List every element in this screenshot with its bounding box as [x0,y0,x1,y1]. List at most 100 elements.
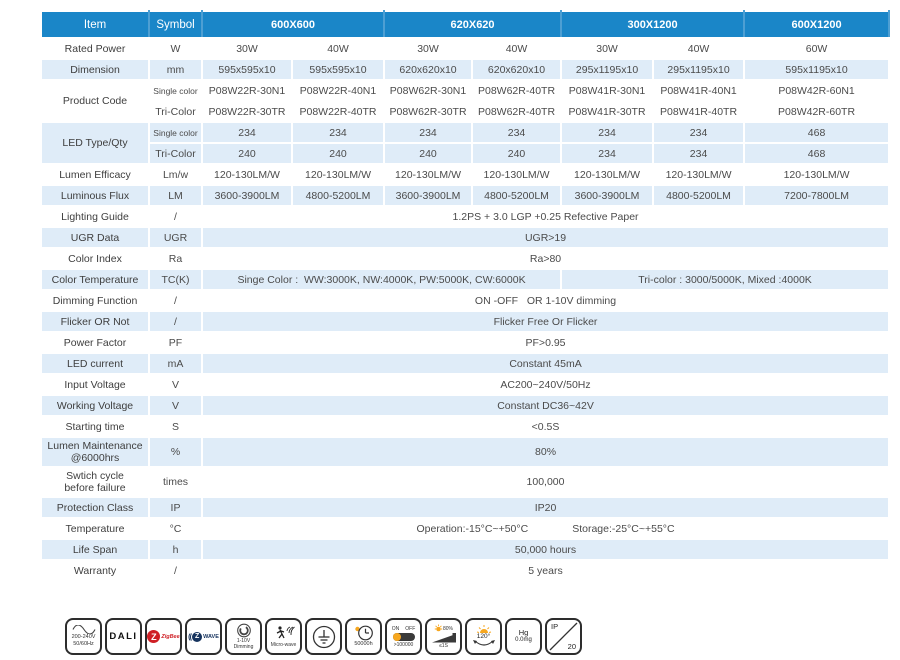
toggle-switch-icon [392,632,415,641]
row-unit: °C [148,517,203,540]
row-unit: Tri-Color [148,100,203,123]
col-header-620x620: 620X620 [383,10,563,39]
row-label: Life Span [40,538,150,561]
row-label: Swtich cycle before failure [40,466,150,498]
row-color-index: Color Index Ra Ra>80 [40,247,891,270]
spec-value: Constant DC36~42V [200,394,891,417]
row-unit: PF [148,331,203,354]
beam-angle-label: 120° [476,632,491,640]
spec-value: PF>0.95 [200,331,891,354]
row-label-line2: before failure [64,482,126,494]
voltage-label: 200-240V [71,634,96,641]
row-switch-cycle: Swtich cycle before failure times 100,000 [40,466,891,498]
spec-value: 40W [290,37,386,60]
row-protection-class: Protection Class IP IP20 [40,496,891,519]
row-unit: mm [148,58,203,81]
row-label: Dimension [40,58,150,81]
spec-value: Constant 45mA [200,352,891,375]
toggle-knob [392,632,401,641]
spec-value: P08W22R-30TR [201,100,293,123]
spec-value: 468 [743,142,891,165]
row-label: Lighting Guide [40,205,150,228]
instant-start-icon: 80% ≤1S [425,618,462,655]
start-percent-label: 80% [442,625,453,632]
row-label: LED Type/Qty [40,121,150,165]
spec-value: 3600-3900LM [560,184,655,207]
spec-value: 4800-5200LM [471,184,563,207]
row-unit: / [148,310,203,333]
beam-angle-icon: 120° [465,618,502,655]
spec-value: 120-130LM/W [201,163,293,186]
temperature-operation: Operation:-15°C~+50°C [416,522,529,535]
spec-value: P08W41R-30TR [560,100,655,123]
spec-value: 1.2PS + 3.0 LGP +0.25 Refective Paper [200,205,891,228]
spec-value: 4800-5200LM [290,184,386,207]
spec-value: 240 [201,142,293,165]
spec-table: Item Symbol 600X600 620X620 300X1200 600… [40,10,891,582]
dimming-label: Dimming [233,644,254,650]
spec-value: IP20 [200,496,891,519]
zigbee-label: ZigBee [161,633,180,640]
spec-value: 595x1195x10 [743,58,891,81]
spec-value: 234 [290,121,386,144]
sun-icon [476,624,491,633]
spec-value: P08W22R-40N1 [290,79,386,102]
dimming-icon: 1-10V Dimming [225,618,262,655]
spec-value: P08W41R-30N1 [560,79,655,102]
ip-rating-icon: IP 20 [545,618,582,655]
spec-value: AC200~240V/50Hz [200,373,891,396]
spec-value: P08W41R-40TR [652,100,746,123]
spec-table-wrapper: Item Symbol 600X600 620X620 300X1200 600… [40,10,891,582]
spec-value: 40W [471,37,563,60]
row-label: Dimming Function [40,289,150,312]
spec-value: 240 [471,142,563,165]
spec-value: 234 [383,121,474,144]
lifespan-icon: 50000h [345,618,382,655]
zwave-label: WAVE [203,633,219,640]
spec-value: 120-130LM/W [560,163,655,186]
spec-value: 620x620x10 [471,58,563,81]
row-led-qty-single: LED Type/Qty Single color 234 234 234 23… [40,121,891,165]
row-unit: V [148,394,203,417]
switch-cycles-label: >100000 [393,641,414,648]
mercury-amount-label: 0.0mg [515,637,532,644]
row-label: Luminous Flux [40,184,150,207]
spec-value: P08W62R-40TR [471,79,563,102]
row-label: Protection Class [40,496,150,519]
spec-value: 30W [383,37,474,60]
row-unit: UGR [148,226,203,249]
row-unit: h [148,538,203,561]
spec-value: 80% [200,436,891,468]
row-warranty: Warranty / 5 years [40,559,891,582]
row-unit: Lm/w [148,163,203,186]
row-luminous-flux: Luminous Flux LM 3600-3900LM 4800-5200LM… [40,184,891,207]
spec-value: P08W62R-40TR [471,100,563,123]
spec-value: 620x620x10 [383,58,474,81]
row-label-line1: Lumen Maintenance [47,439,143,452]
row-unit: S [148,415,203,438]
col-header-symbol: Symbol [148,10,203,39]
spec-value: 595x595x10 [290,58,386,81]
spec-value: 5 years [200,559,891,582]
row-unit: V [148,373,203,396]
row-starting-time: Starting time S <0.5S [40,415,891,438]
row-led-current: LED current mA Constant 45mA [40,352,891,375]
spec-value: 234 [652,142,746,165]
dali-icon: DALI [105,618,142,655]
row-led-qty-tri: Tri-Color 240 240 240 240 234 234 468 [41,142,891,165]
row-input-voltage: Input Voltage V AC200~240V/50Hz [40,373,891,396]
col-header-item: Item [40,10,150,39]
row-label: Rated Power [40,37,150,60]
row-lumen-maintenance: Lumen Maintenance @6000hrs % 80% [40,436,891,468]
spec-value: UGR>19 [200,226,891,249]
spec-value: Tri-color : 3000/5000K, Mixed :4000K [560,268,891,291]
row-lighting-guide: Lighting Guide / 1.2PS + 3.0 LGP +0.25 R… [40,205,891,228]
spec-value: Flicker Free Or Flicker [200,310,891,333]
spec-value: <0.5S [200,415,891,438]
row-unit: / [148,289,203,312]
row-unit: Single color [148,79,203,102]
col-header-600x1200: 600X1200 [743,10,891,39]
mercury-symbol-label: Hg [518,628,529,638]
row-label: Starting time [40,415,150,438]
row-unit: Single color [148,121,203,144]
